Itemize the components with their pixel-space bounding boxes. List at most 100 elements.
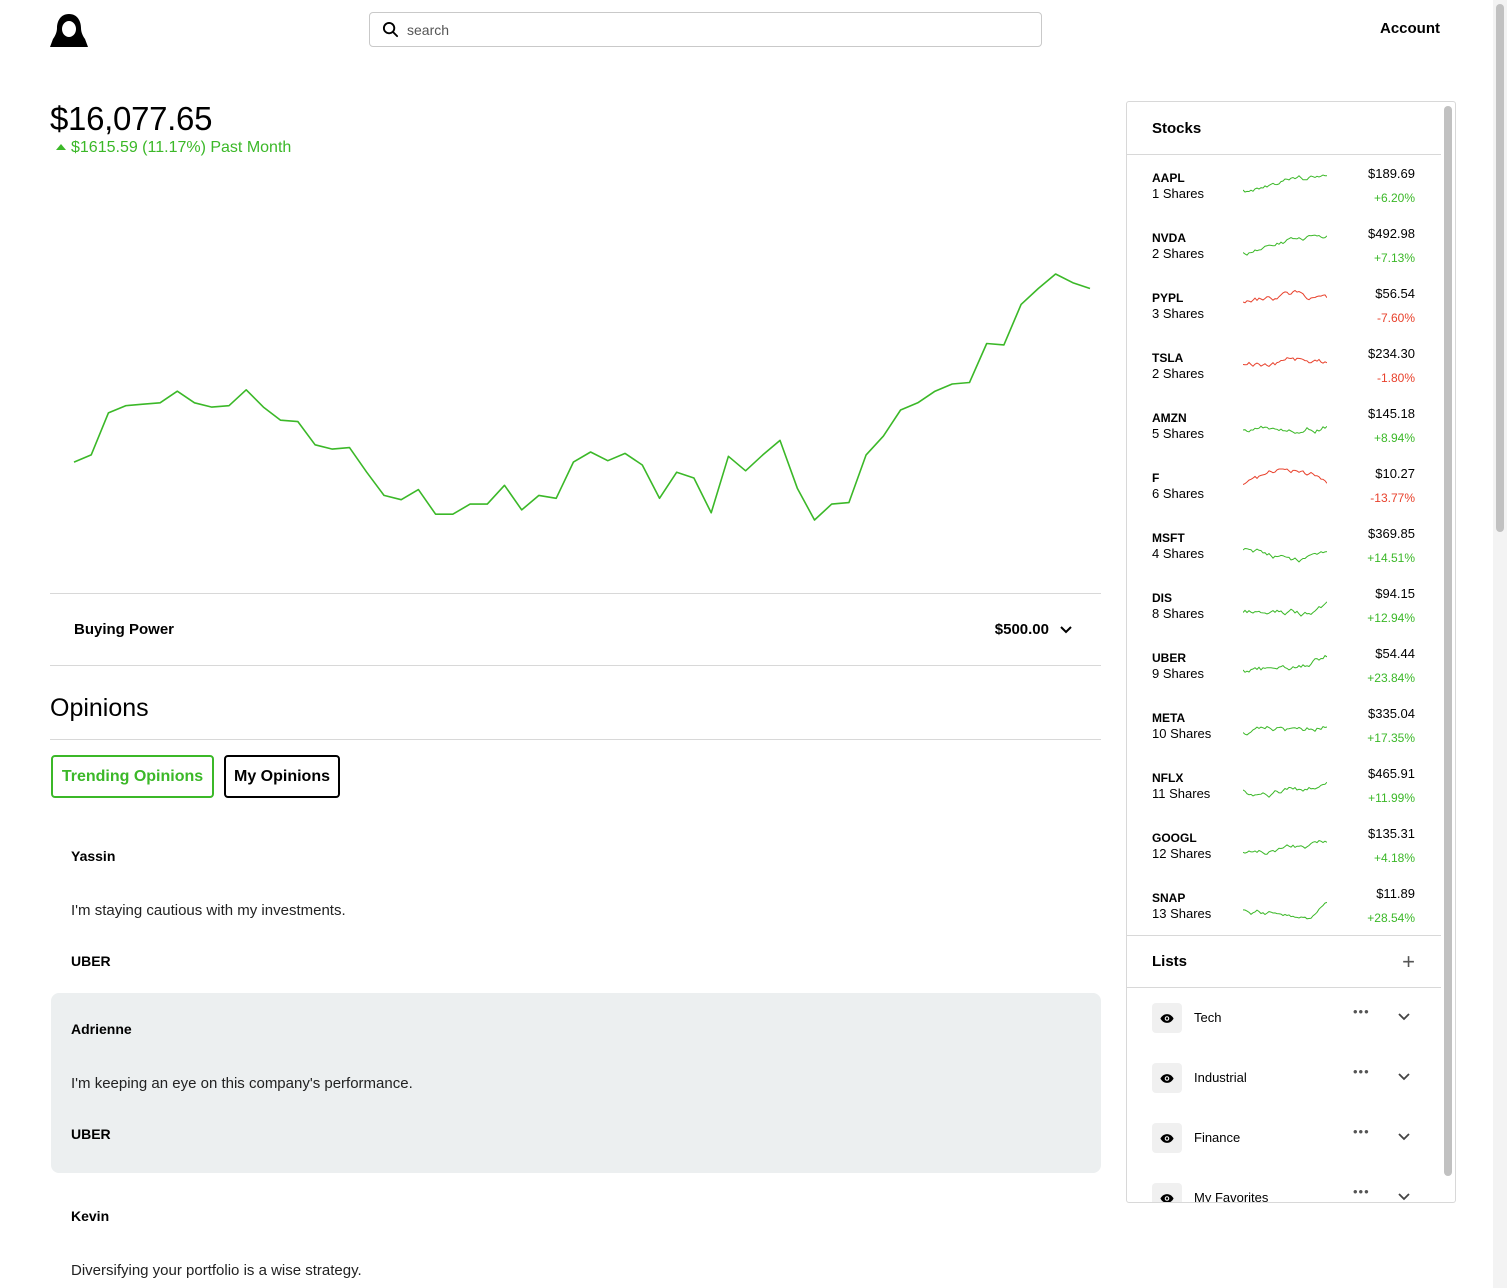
opinion-author: Kevin bbox=[71, 1208, 110, 1224]
stock-price: $492.98 bbox=[1368, 226, 1415, 241]
logo[interactable] bbox=[48, 12, 90, 48]
account-link[interactable]: Account bbox=[1380, 20, 1440, 37]
stock-price: $465.91 bbox=[1368, 766, 1415, 781]
stock-row-googl[interactable]: GOOGL 12 Shares $135.31 +4.18% bbox=[1127, 816, 1441, 876]
buying-power-row[interactable]: Buying Power $500.00 bbox=[50, 593, 1101, 666]
buying-power-label: Buying Power bbox=[74, 621, 175, 638]
stock-row-tsla[interactable]: TSLA 2 Shares $234.30 -1.80% bbox=[1127, 336, 1441, 396]
stock-symbol: GOOGL bbox=[1152, 831, 1197, 845]
stock-row-aapl[interactable]: AAPL 1 Shares $189.69 +6.20% bbox=[1127, 156, 1441, 216]
search-bar[interactable] bbox=[369, 12, 1042, 47]
list-item[interactable]: Finance ••• bbox=[1127, 1108, 1441, 1168]
stock-shares: 5 Shares bbox=[1152, 426, 1205, 441]
divider bbox=[50, 739, 1101, 740]
stock-shares: 2 Shares bbox=[1152, 366, 1205, 381]
stock-shares: 13 Shares bbox=[1152, 906, 1212, 921]
sparkline-path bbox=[1243, 468, 1327, 485]
stock-price: $189.69 bbox=[1368, 166, 1415, 181]
stock-row-nvda[interactable]: NVDA 2 Shares $492.98 +7.13% bbox=[1127, 216, 1441, 276]
stock-price: $94.15 bbox=[1375, 586, 1415, 601]
stock-symbol: NVDA bbox=[1152, 231, 1187, 245]
stock-change: -1.80% bbox=[1376, 371, 1415, 385]
sparkline-path bbox=[1243, 725, 1327, 736]
eye-icon[interactable] bbox=[1152, 1123, 1182, 1153]
stock-symbol: DIS bbox=[1152, 591, 1173, 605]
sparkline-path bbox=[1243, 425, 1327, 434]
opinion-ticker[interactable]: UBER bbox=[71, 953, 111, 969]
watchlist-panel[interactable]: Stocks AAPL 1 Shares $189.69 +6.20% NVDA 2 Sh… bbox=[1126, 101, 1456, 1203]
opinion-ticker[interactable]: UBER bbox=[71, 1126, 111, 1142]
stock-symbol: MSFT bbox=[1152, 531, 1185, 545]
more-options-icon[interactable]: ••• bbox=[1353, 1124, 1370, 1139]
stock-row-meta[interactable]: META 10 Shares $335.04 +17.35% bbox=[1127, 696, 1441, 756]
portfolio-line-chart[interactable] bbox=[50, 180, 1100, 560]
list-item[interactable]: My Favorites ••• bbox=[1127, 1168, 1441, 1203]
chevron-down-icon[interactable] bbox=[1397, 1130, 1411, 1144]
stock-symbol: NFLX bbox=[1152, 771, 1184, 785]
page-scrollbar-thumb[interactable] bbox=[1496, 4, 1504, 532]
add-list-icon[interactable]: + bbox=[1402, 949, 1415, 975]
tab-trending-opinions[interactable]: Trending Opinions bbox=[51, 755, 214, 798]
stock-row-amzn[interactable]: AMZN 5 Shares $145.18 +8.94% bbox=[1127, 396, 1441, 456]
stock-shares: 12 Shares bbox=[1152, 846, 1212, 861]
stock-sparkline bbox=[1243, 725, 1327, 736]
stock-sparkline bbox=[1243, 654, 1327, 673]
list-name: Tech bbox=[1194, 1010, 1222, 1025]
more-options-icon[interactable]: ••• bbox=[1353, 1184, 1370, 1199]
stock-symbol: META bbox=[1152, 711, 1186, 725]
stock-change: +11.99% bbox=[1368, 791, 1415, 805]
chevron-down-icon[interactable] bbox=[1397, 1010, 1411, 1024]
stock-change: +23.84% bbox=[1367, 671, 1415, 685]
more-options-icon[interactable]: ••• bbox=[1353, 1064, 1370, 1079]
stock-row-dis[interactable]: DIS 8 Shares $94.15 +12.94% bbox=[1127, 576, 1441, 636]
stock-sparkline bbox=[1243, 901, 1327, 920]
lists-header: Lists + bbox=[1127, 935, 1441, 988]
stock-row-nflx[interactable]: NFLX 11 Shares $465.91 +11.99% bbox=[1127, 756, 1441, 816]
sparkline-path bbox=[1243, 547, 1327, 563]
stock-row-uber[interactable]: UBER 9 Shares $54.44 +23.84% bbox=[1127, 636, 1441, 696]
tab-my-opinions[interactable]: My Opinions bbox=[224, 755, 340, 798]
hooded-user-logo-icon bbox=[50, 14, 88, 47]
stock-sparkline bbox=[1243, 289, 1327, 304]
stock-change: -7.60% bbox=[1376, 311, 1415, 325]
stock-change: +7.13% bbox=[1373, 251, 1415, 265]
stock-row-msft[interactable]: MSFT 4 Shares $369.85 +14.51% bbox=[1127, 516, 1441, 576]
more-options-icon[interactable]: ••• bbox=[1353, 1004, 1370, 1019]
stock-sparkline bbox=[1243, 468, 1327, 485]
panel-scrollbar[interactable] bbox=[1444, 106, 1452, 1176]
opinion-card[interactable]: Yassin I'm staying cautious with my inve… bbox=[51, 822, 1101, 1002]
chevron-down-icon[interactable] bbox=[1397, 1190, 1411, 1203]
eye-icon[interactable] bbox=[1152, 1183, 1182, 1202]
eye-icon[interactable] bbox=[1152, 1063, 1182, 1093]
page-scrollbar[interactable] bbox=[1493, 0, 1507, 1288]
list-item[interactable]: Tech ••• bbox=[1127, 988, 1441, 1048]
stock-shares: 1 Shares bbox=[1152, 186, 1205, 201]
stock-price: $335.04 bbox=[1368, 706, 1415, 721]
stock-symbol: AAPL bbox=[1152, 171, 1185, 185]
lists-heading: Lists bbox=[1152, 953, 1188, 970]
stock-row-snap[interactable]: SNAP 13 Shares $11.89 +28.54% bbox=[1127, 876, 1441, 936]
stock-price: $135.31 bbox=[1368, 826, 1415, 841]
sparkline-path bbox=[1243, 289, 1327, 304]
chevron-down-icon[interactable] bbox=[1059, 623, 1073, 637]
stock-symbol: F bbox=[1152, 471, 1160, 485]
stock-shares: 9 Shares bbox=[1152, 666, 1205, 681]
eye-icon[interactable] bbox=[1152, 1003, 1182, 1033]
stock-change: +12.94% bbox=[1367, 611, 1415, 625]
opinion-card[interactable]: Kevin Diversifying your portfolio is a w… bbox=[51, 1182, 1101, 1288]
sparkline-path bbox=[1243, 781, 1327, 798]
stock-change: +28.54% bbox=[1367, 911, 1415, 925]
sparkline-path bbox=[1243, 901, 1327, 920]
opinion-card[interactable]: Adrienne I'm keeping an eye on this comp… bbox=[51, 993, 1101, 1173]
chevron-down-icon[interactable] bbox=[1397, 1070, 1411, 1084]
portfolio-value: $16,077.65 bbox=[50, 100, 213, 137]
list-item[interactable]: Industrial ••• bbox=[1127, 1048, 1441, 1108]
stocks-heading: Stocks bbox=[1127, 102, 1441, 155]
stock-row-pypl[interactable]: PYPL 3 Shares $56.54 -7.60% bbox=[1127, 276, 1441, 336]
stock-row-f[interactable]: F6 Shares $10.27 -13.77% bbox=[1127, 456, 1441, 516]
stock-sparkline bbox=[1243, 601, 1327, 617]
search-input[interactable] bbox=[407, 21, 1007, 38]
opinion-text: Diversifying your portfolio is a wise st… bbox=[71, 1262, 362, 1279]
stock-symbol: UBER bbox=[1152, 651, 1187, 665]
stock-sparkline bbox=[1243, 234, 1327, 256]
